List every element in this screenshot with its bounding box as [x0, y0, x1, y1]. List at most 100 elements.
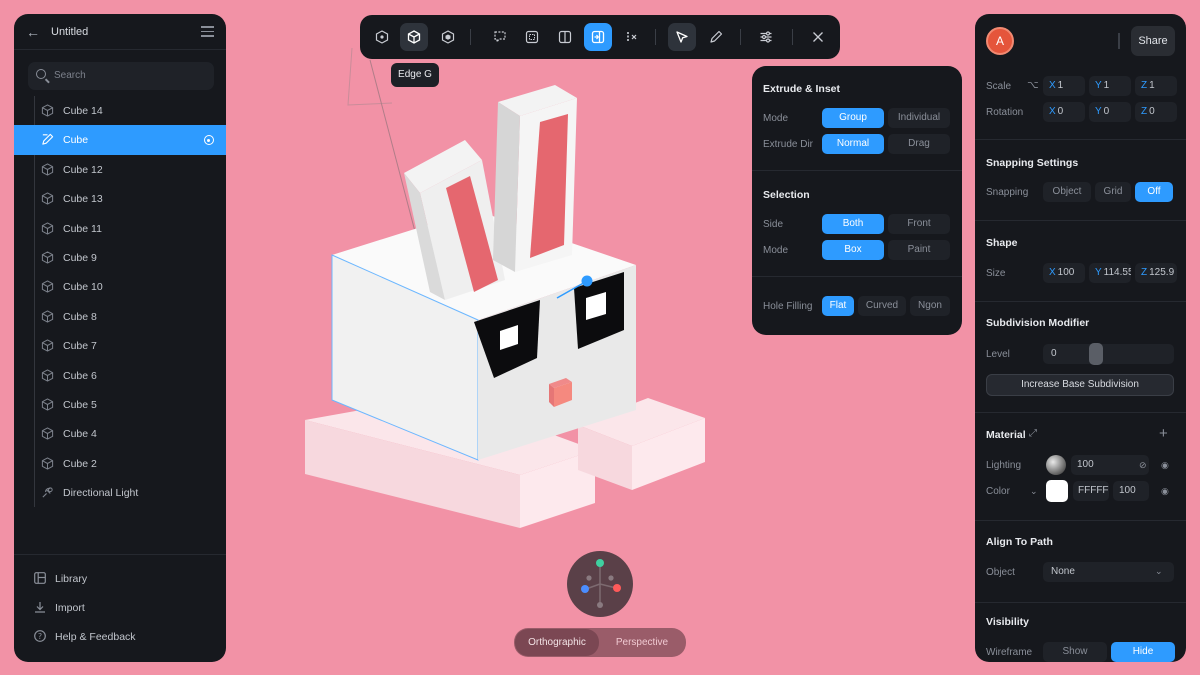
size-y-field[interactable]: Y 114.55: [1089, 263, 1131, 283]
side-front-option[interactable]: Front: [888, 214, 950, 234]
snap-grid-option[interactable]: Grid: [1095, 182, 1131, 202]
selection-mode-label: Mode: [763, 245, 789, 256]
face-mode-button[interactable]: [434, 23, 462, 51]
expand-icon[interactable]: ⤢: [1029, 428, 1037, 439]
chevron-down-icon[interactable]: ⌄: [1030, 486, 1038, 497]
lighting-value-field[interactable]: 100: [1071, 455, 1149, 475]
sel-box-option[interactable]: Box: [822, 240, 884, 260]
wireframe-label: Wireframe: [986, 647, 1033, 658]
divider: [1118, 33, 1120, 49]
split-icon: [558, 30, 572, 44]
hole-flat-option[interactable]: Flat: [822, 296, 854, 316]
hole-filling-label: Hole Filling: [763, 301, 813, 312]
wireframe-hide-option[interactable]: Hide: [1111, 642, 1175, 662]
add-material-icon[interactable]: +: [1159, 425, 1168, 442]
toolbar-tooltip: Edge G: [391, 63, 439, 87]
extrude-inset-title: Extrude & Inset: [763, 83, 841, 95]
face-mode-icon: [441, 30, 455, 44]
selection-title: Selection: [763, 189, 810, 201]
toolbar-divider: [792, 29, 793, 45]
perspective-option[interactable]: Perspective: [600, 629, 684, 656]
wireframe-show-option[interactable]: Show: [1043, 642, 1107, 662]
toolbar-divider: [740, 29, 741, 45]
lasso-select-button[interactable]: [486, 23, 514, 51]
color-label: Color: [986, 486, 1010, 497]
edge-mode-button[interactable]: [400, 23, 428, 51]
rotation-z-field[interactable]: Z0: [1135, 102, 1177, 122]
divider: [975, 220, 1186, 221]
rotation-x-field[interactable]: X0: [1043, 102, 1085, 122]
scale-y-field[interactable]: Y1: [1089, 76, 1131, 96]
chevron-down-icon: ⌄: [1155, 566, 1163, 576]
dir-drag-option[interactable]: Drag: [888, 134, 950, 154]
color-hex-field[interactable]: FFFFFF: [1073, 481, 1109, 501]
color-swatch[interactable]: [1046, 480, 1068, 502]
vertex-mode-button[interactable]: [368, 23, 396, 51]
box-select-icon: [525, 30, 539, 44]
snap-object-option[interactable]: Object: [1043, 182, 1091, 202]
scale-label: Scale: [986, 81, 1012, 92]
toolbar-divider: [655, 29, 656, 45]
lighting-label: Lighting: [986, 460, 1022, 471]
scale-x-field[interactable]: X1: [1043, 76, 1085, 96]
divider: [975, 520, 1186, 521]
hole-ngon-option[interactable]: Ngon: [910, 296, 950, 316]
side-label: Side: [763, 219, 784, 230]
link-icon[interactable]: ⊘: [1139, 460, 1147, 471]
settings-button[interactable]: [752, 23, 780, 51]
lighting-sphere-icon[interactable]: [1046, 455, 1066, 475]
divider: [975, 602, 1186, 603]
remove-button[interactable]: [618, 23, 646, 51]
increase-subdivision-button[interactable]: Increase Base Subdivision: [986, 374, 1174, 396]
orthographic-option[interactable]: Orthographic: [515, 629, 599, 656]
rotation-y-field[interactable]: Y0: [1089, 102, 1131, 122]
axis-gizmo-icon: [581, 559, 621, 608]
sel-paint-option[interactable]: Paint: [888, 240, 950, 260]
size-z-field[interactable]: Z 125.9: [1135, 263, 1177, 283]
divider: [975, 139, 1186, 140]
split-button[interactable]: [551, 23, 579, 51]
remove-icon: [627, 32, 637, 42]
vertex-mode-icon: [375, 30, 389, 44]
pointer-button[interactable]: [668, 23, 696, 51]
eye-icon[interactable]: ◉: [1161, 486, 1169, 497]
orientation-gizmo[interactable]: [567, 551, 633, 617]
user-avatar[interactable]: A: [986, 27, 1014, 55]
level-slider-handle[interactable]: [1089, 343, 1103, 365]
subdivision-title: Subdivision Modifier: [986, 317, 1090, 329]
box-select-button[interactable]: [518, 23, 546, 51]
align-path-title: Align To Path: [986, 536, 1053, 548]
extrude-dir-label: Extrude Dir: [763, 139, 814, 150]
snapping-label: Snapping: [986, 187, 1029, 198]
divider: [975, 412, 1186, 413]
pointer-icon: [676, 31, 688, 43]
projection-toggle: Orthographic Perspective: [514, 628, 686, 657]
extrude-mode-label: Mode: [763, 113, 789, 124]
edit-toolbar: [360, 15, 840, 59]
eye-icon[interactable]: ◉: [1161, 460, 1169, 471]
share-button[interactable]: Share: [1131, 26, 1175, 56]
extrude-button[interactable]: [584, 23, 612, 51]
close-toolbar-button[interactable]: [804, 23, 832, 51]
dir-normal-option[interactable]: Normal: [822, 134, 884, 154]
sliders-icon: [760, 31, 772, 43]
lock-ratio-icon[interactable]: ⌥: [1027, 80, 1039, 91]
side-both-option[interactable]: Both: [822, 214, 884, 234]
mode-group-option[interactable]: Group: [822, 108, 884, 128]
lasso-select-icon: [494, 31, 506, 44]
rabbit-right-ear[interactable]: [493, 85, 577, 272]
color-opacity-field[interactable]: 100: [1113, 481, 1149, 501]
snapping-title: Snapping Settings: [986, 157, 1079, 169]
mode-individual-option[interactable]: Individual: [888, 108, 950, 128]
size-x-field[interactable]: X 100: [1043, 263, 1085, 283]
scale-z-field[interactable]: Z1: [1135, 76, 1177, 96]
rotation-label: Rotation: [986, 107, 1024, 118]
pen-button[interactable]: [702, 23, 730, 51]
snap-off-option[interactable]: Off: [1135, 182, 1173, 202]
align-object-label: Object: [986, 567, 1015, 578]
material-title: Material: [986, 429, 1026, 441]
pen-icon: [710, 30, 723, 43]
divider: [975, 301, 1186, 302]
level-slider[interactable]: 0: [1043, 344, 1174, 364]
hole-curved-option[interactable]: Curved: [858, 296, 906, 316]
